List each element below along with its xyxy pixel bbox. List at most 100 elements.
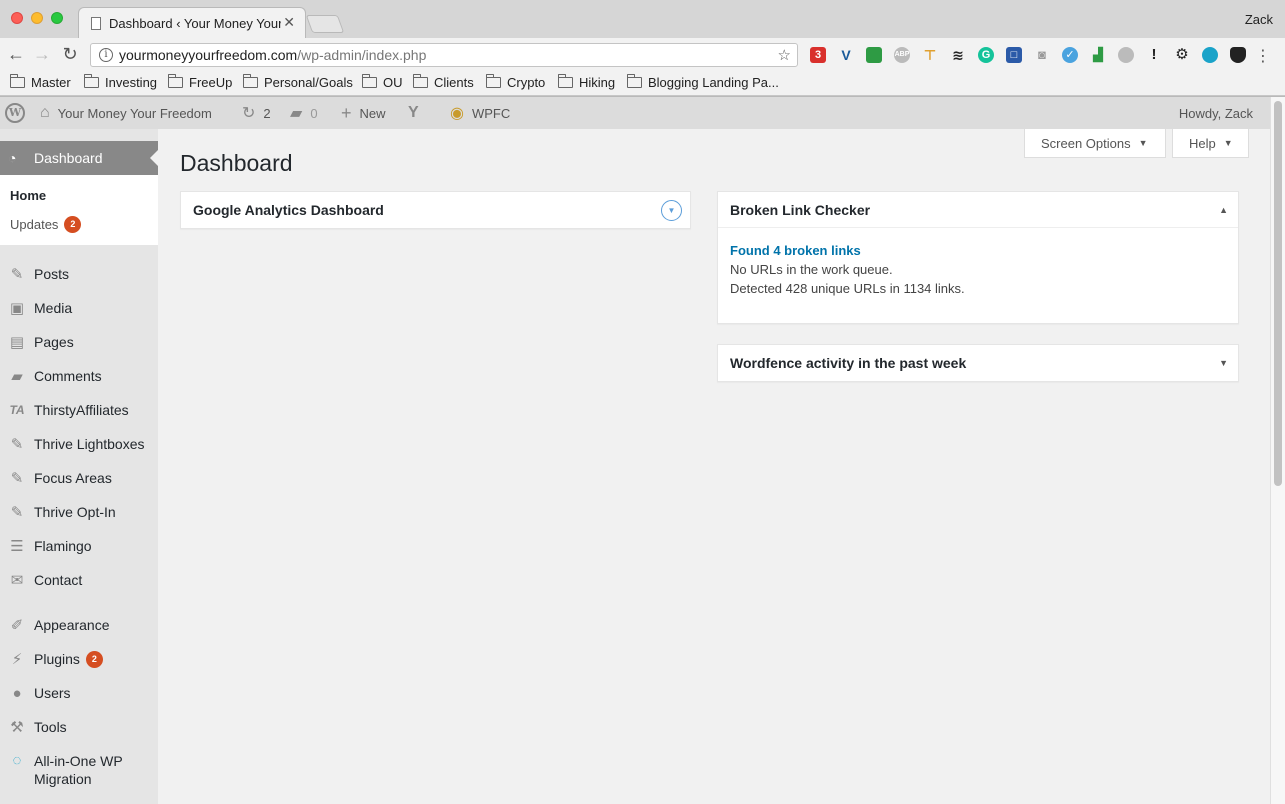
widget-header[interactable]: Broken Link Checker ▲: [718, 192, 1238, 228]
menu-label: Posts: [34, 266, 70, 282]
menu-plugins[interactable]: ⚡ Plugins 2: [0, 642, 158, 676]
back-icon[interactable]: ←: [6, 44, 26, 65]
bookmark-folder[interactable]: Investing: [84, 74, 158, 90]
site-name-link[interactable]: ⌂ Your Money Your Freedom: [40, 97, 212, 129]
widget-header[interactable]: Google Analytics Dashboard ▼: [181, 192, 690, 228]
admin-sidebar: ◔ Dashboard Home Updates 2 ✎ Posts ▣ Media …: [0, 129, 158, 804]
bookmark-folder[interactable]: Crypto: [486, 74, 545, 90]
menu-thrive-lightboxes[interactable]: ✎ Thrive Lightboxes: [0, 427, 158, 461]
page-scrollbar[interactable]: [1270, 97, 1285, 804]
info-icon[interactable]: i: [99, 48, 113, 62]
bookmark-star-icon[interactable]: ☆: [778, 46, 791, 64]
my-account-menu[interactable]: Howdy, Zack: [1179, 97, 1253, 129]
wrench-icon: ⚒: [10, 719, 24, 736]
browser-tab[interactable]: Dashboard ‹ Your Money Your Freedom ✕: [78, 7, 306, 38]
exclamation-icon[interactable]: !: [1146, 47, 1162, 63]
maximize-window-button[interactable]: [51, 12, 63, 24]
bookmark-folder[interactable]: Master: [10, 74, 71, 90]
bookmark-folder[interactable]: OU: [362, 74, 403, 90]
menu-contact[interactable]: ✉ Contact: [0, 563, 158, 597]
close-window-button[interactable]: [11, 12, 23, 24]
folder-icon: [10, 74, 25, 88]
chart-icon[interactable]: ▟: [1090, 47, 1106, 63]
wp-logo-menu[interactable]: W: [5, 97, 25, 129]
triangle-down-icon[interactable]: ▼: [1219, 358, 1228, 368]
broken-links-link[interactable]: Found 4 broken links: [730, 243, 861, 258]
minimize-window-button[interactable]: [31, 12, 43, 24]
menu-label: Migration: [34, 771, 92, 787]
menu-all-in-one-migration[interactable]: ◌ All-in-One WP Migration: [0, 752, 158, 792]
updates-link[interactable]: ↻ 2: [242, 97, 271, 129]
gear-icon[interactable]: ⚙: [1174, 47, 1190, 63]
adblock-icon[interactable]: ABP: [894, 47, 910, 63]
extension-icon[interactable]: □: [1006, 47, 1022, 63]
bookmark-folder[interactable]: Personal/Goals: [243, 74, 353, 90]
menu-flamingo[interactable]: ☰ Flamingo: [0, 529, 158, 563]
bookmark-folder[interactable]: FreeUp: [168, 74, 233, 90]
bookmark-folder[interactable]: Blogging Landing Pa...: [627, 74, 779, 90]
menu-thirstyaffiliates[interactable]: TA ThirstyAffiliates: [0, 393, 158, 427]
wpfc-label: WPFC: [471, 105, 511, 121]
menu-focus-areas[interactable]: ✎ Focus Areas: [0, 461, 158, 495]
widget-header[interactable]: Wordfence activity in the past week ▼: [718, 345, 1238, 381]
migration-icon: ◌: [12, 752, 22, 769]
extension-icon[interactable]: ✓: [1062, 47, 1078, 63]
menu-appearance[interactable]: ✐ Appearance: [0, 608, 158, 642]
new-tab-button[interactable]: [305, 15, 345, 33]
url-host: yourmoneyyourfreedom.com: [119, 47, 298, 63]
submenu-home[interactable]: Home: [10, 188, 46, 203]
bookmark-folder[interactable]: Hiking: [558, 74, 616, 90]
folder-icon: [243, 74, 258, 88]
profile-name[interactable]: Zack: [1245, 12, 1273, 27]
menu-label: Pages: [34, 334, 74, 350]
updates-count: 2: [263, 105, 271, 121]
page-icon: [91, 16, 101, 30]
layers-icon[interactable]: ≋: [950, 47, 966, 63]
extension-icon[interactable]: [1118, 47, 1134, 63]
refresh-icon: ↻: [242, 105, 256, 122]
menu-posts[interactable]: ✎ Posts: [0, 257, 158, 291]
site-name: Your Money Your Freedom: [57, 105, 212, 121]
new-label: New: [359, 105, 386, 121]
bookmark-label: Hiking: [579, 75, 616, 90]
extension-icon[interactable]: [1202, 47, 1218, 63]
forward-icon[interactable]: →: [32, 44, 52, 65]
triangle-up-icon[interactable]: ▲: [1219, 205, 1228, 215]
camera-icon[interactable]: ◙: [1034, 47, 1050, 63]
yoast-menu[interactable]: Y: [408, 97, 427, 129]
extension-icon[interactable]: V: [838, 47, 854, 63]
extension-icon[interactable]: ⊤: [922, 47, 938, 63]
menu-thrive-opt-in[interactable]: ✎ Thrive Opt-In: [0, 495, 158, 529]
bookmark-label: FreeUp: [189, 75, 233, 90]
extension-icon[interactable]: [866, 47, 882, 63]
tab-close-icon[interactable]: ✕: [283, 14, 295, 31]
grammarly-icon[interactable]: G: [978, 47, 994, 63]
scrollbar-thumb[interactable]: [1274, 101, 1282, 486]
menu-comments[interactable]: ▰ Comments: [0, 359, 158, 393]
wordpress-icon: W: [5, 103, 25, 123]
comments-link[interactable]: ▰ 0: [290, 97, 318, 129]
update-count-badge: 2: [64, 216, 82, 233]
new-content-link[interactable]: + New: [341, 97, 386, 129]
browser-chrome: Dashboard ‹ Your Money Your Freedom ✕ Za…: [0, 0, 1285, 97]
browser-menu-icon[interactable]: ⋮: [1255, 46, 1271, 66]
bookmark-folder[interactable]: Clients: [413, 74, 474, 90]
help-button[interactable]: Help ▼: [1172, 129, 1249, 158]
screen-options-button[interactable]: Screen Options ▼: [1024, 129, 1166, 158]
menu-tools[interactable]: ⚒ Tools: [0, 710, 158, 744]
shield-icon[interactable]: [1230, 47, 1246, 63]
chevron-down-icon[interactable]: ▼: [661, 200, 682, 221]
menu-media[interactable]: ▣ Media: [0, 291, 158, 325]
address-bar[interactable]: i yourmoneyyourfreedom.com/wp-admin/inde…: [90, 43, 798, 67]
extension-icon[interactable]: 3: [810, 47, 826, 63]
bookmark-label: Investing: [105, 75, 158, 90]
submenu-updates[interactable]: Updates 2: [10, 216, 82, 233]
folder-icon: [486, 74, 501, 88]
menu-label: Thrive Opt-In: [34, 504, 116, 520]
reload-icon[interactable]: ↻: [60, 44, 80, 65]
menu-users[interactable]: ● Users: [0, 676, 158, 710]
menu-pages[interactable]: ▤ Pages: [0, 325, 158, 359]
tab-title: Dashboard ‹ Your Money Your Freedom: [109, 15, 281, 31]
menu-dashboard[interactable]: ◔ Dashboard: [0, 141, 158, 175]
wpfc-menu[interactable]: ◉ WPFC: [450, 97, 510, 129]
